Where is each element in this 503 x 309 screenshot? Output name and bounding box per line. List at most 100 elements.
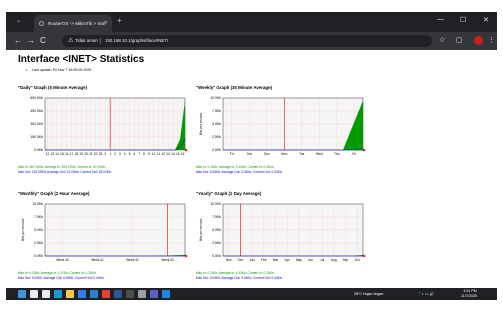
last-update: Last update: Fri Nov 7 16:05:09 2025 [32, 68, 92, 72]
address-separator [100, 38, 101, 44]
x-tick-label: 22 [94, 152, 98, 156]
y-tick-label: 2.5Kb [34, 241, 43, 245]
warning-icon: ⚠ [68, 38, 74, 44]
search-icon[interactable] [30, 290, 38, 298]
panel-title: "Daily" Graph (5 Minute Average) [18, 85, 87, 90]
weekly-graph-panel: "Weekly" Graph (30 Minute Average) 10.0K… [196, 85, 371, 180]
x-tick-label: Week 42 [126, 258, 139, 262]
chrome-icon[interactable] [102, 290, 110, 298]
browser-window: ⌄ RouterOS -> MikroTik > Inte ✕ + — ☐ ✕ … [6, 12, 497, 300]
back-button[interactable]: ← [14, 35, 22, 46]
daily-graph-panel: "Daily" Graph (5 Minute Average) 600.0Kb… [18, 85, 193, 180]
y-axis-label: Bits per second [199, 219, 203, 241]
page-content: Interface <INET> Statistics • Last updat… [6, 50, 497, 300]
browser-icon[interactable] [162, 290, 170, 298]
bookmark-star-icon[interactable]: ☆ [439, 35, 445, 46]
x-tick-label: Tue [299, 152, 305, 156]
yearly-graph-chart: 10.0Kb 7.5Kb 5.0Kb 2.5Kb 0.0Kb Nov Dec Jan Feb Ma… [199, 202, 366, 262]
panel-title: "Weekly" Graph (30 Minute Average) [196, 85, 272, 90]
x-tick-label: Feb [261, 258, 267, 262]
x-tick-label: 13 [50, 152, 54, 156]
x-tick-label: Dec [238, 258, 244, 262]
task-view-icon[interactable] [42, 290, 50, 298]
y-axis-label: Bits per second [199, 113, 203, 135]
tab-favicon-icon [39, 21, 44, 26]
tab-active[interactable]: RouterOS -> MikroTik > Inte ✕ [34, 15, 112, 32]
url-text[interactable]: 192.168.10.1/graphs/iface/INET/ [105, 35, 168, 47]
teams-icon[interactable] [150, 290, 158, 298]
y-tick-label: 10.0Kb [210, 96, 221, 100]
x-tick-label: Nov [226, 258, 232, 262]
address-bar[interactable]: ⚠ Tidak aman 192.168.10.1/graphs/iface/I… [62, 35, 432, 47]
new-tab-button[interactable]: + [117, 16, 122, 25]
x-tick-label: 11 [157, 152, 161, 156]
minimize-button[interactable]: — [437, 16, 444, 23]
frame-bottom [0, 300, 503, 309]
y-tick-label: 2.5Kb [212, 241, 221, 245]
weather-text: 28°C Hujan ringan [354, 292, 384, 296]
x-tick-label: 9 [148, 152, 150, 156]
stats-out-text: Max Out: 0.04Kb; Average Out: 0.04Kb; Cu… [18, 276, 105, 280]
y-tick-label: 0.0Kb [34, 148, 43, 152]
monthly-graph-chart: 10.0Kb 7.5Kb 5.0Kb 2.5Kb 0.0Kb Week 40 Week 41… [21, 202, 188, 262]
x-tick-label: Mon [281, 152, 287, 156]
screen: ⌄ RouterOS -> MikroTik > Inte ✕ + — ☐ ✕ … [0, 0, 503, 309]
x-axis-arrow [363, 148, 366, 152]
store-icon[interactable] [78, 290, 86, 298]
x-tick-label: Jan [250, 258, 255, 262]
maximize-button[interactable]: ☐ [460, 16, 466, 24]
weather-widget[interactable]: 28°C Hujan ringan [354, 288, 383, 300]
x-tick-label: Thu [334, 152, 340, 156]
stats-out-text: Max Out: 0.04Kb; Average Out: 0.04Kb; Cu… [196, 276, 283, 280]
x-tick-label: Week 41 [91, 258, 104, 262]
security-label[interactable]: Tidak aman [75, 35, 98, 47]
bullet: • [26, 68, 28, 72]
browser-toolbar: ← → C ⚠ Tidak aman 192.168.10.1/graphs/i… [6, 32, 497, 50]
x-tick-label: 8 [143, 152, 145, 156]
frame-top [0, 0, 503, 12]
x-tick-label: 14 [55, 152, 59, 156]
y-tick-label: 0.0Kb [34, 254, 43, 258]
x-axis-arrow [363, 254, 366, 258]
terminal-icon[interactable] [126, 290, 134, 298]
x-axis-arrow [185, 254, 188, 258]
close-window-button[interactable]: ✕ [483, 16, 489, 24]
clock[interactable]: 4:51 PM 11/7/2025 [461, 289, 477, 299]
x-tick-label: Jul [320, 258, 324, 262]
stats-out: Max Out: 0.04Kb; Average Out: 0.04Kb; Cu… [196, 170, 282, 175]
daily-graph-chart: 600.0Kb450.0Kb300.0Kb150.0Kb0.0Kb12 13 14 1… [30, 96, 188, 156]
y-tick-label: 0.0Kb [212, 148, 221, 152]
y-tick-label: 600.0Kb [30, 96, 43, 100]
reload-button[interactable]: C [40, 35, 46, 46]
tray-icons[interactable]: ⌃ ◐ ▭ 🔊 [418, 288, 434, 300]
x-tick-label: 13 [166, 152, 170, 156]
x-tick-label: Fri [230, 152, 234, 156]
file-explorer-icon[interactable] [66, 290, 74, 298]
x-tick-label: 12 [162, 152, 166, 156]
settings-icon[interactable] [138, 290, 146, 298]
x-tick-label: May [296, 258, 302, 262]
y-tick-label: 5.0Kb [34, 228, 43, 232]
extensions-icon[interactable]: ▢ [456, 35, 463, 46]
monthly-graph-panel: "Monthly" Graph (2 Hour Average) 10.0Kb 7… [18, 191, 193, 286]
word-icon[interactable] [114, 290, 122, 298]
x-tick-label: 21 [89, 152, 93, 156]
y-tick-label: 7.5Kb [212, 109, 221, 113]
browser-menu-icon[interactable]: ⋮ [488, 35, 495, 46]
x-tick-label: Sun [264, 152, 270, 156]
x-tick-label: 12 [46, 152, 50, 156]
x-tick-label: 6 [133, 152, 135, 156]
x-tick-label: 0 [104, 152, 106, 156]
edge-icon[interactable] [54, 290, 62, 298]
forward-button[interactable]: → [27, 35, 35, 46]
x-tick-label: Week 43 [161, 258, 174, 262]
x-tick-label: 5 [129, 152, 131, 156]
x-tick-label: Sep [343, 258, 349, 262]
tab-close-icon[interactable]: ✕ [104, 15, 108, 32]
profile-avatar[interactable] [474, 36, 483, 45]
x-tick-label: Wed [316, 152, 323, 156]
mail-icon[interactable] [90, 290, 98, 298]
windows-start-icon[interactable] [18, 290, 26, 298]
x-tick-label: 16 [181, 152, 185, 156]
tab-search-icon[interactable]: ⌄ [16, 17, 21, 24]
